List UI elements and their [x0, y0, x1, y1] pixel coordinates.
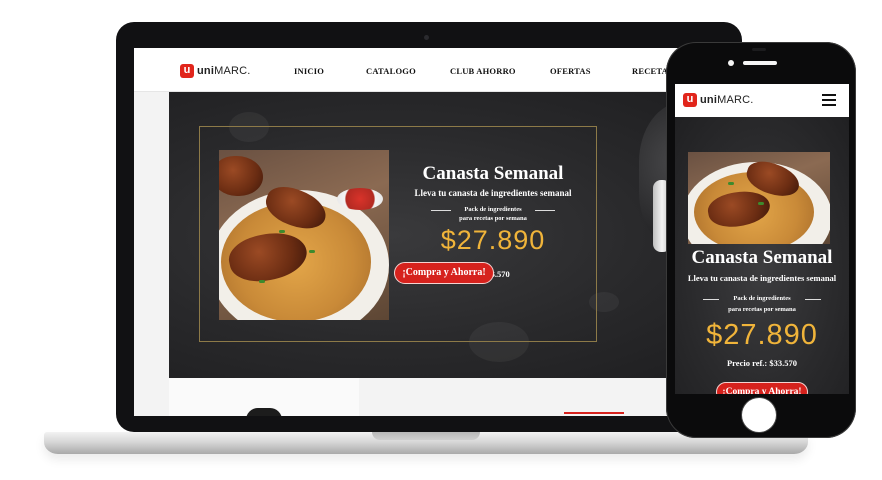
hamburger-menu-icon[interactable] [822, 94, 836, 106]
logo-text: uniMARC. [700, 94, 754, 106]
buy-save-button-mobile[interactable]: ¡Compra y Ahorra! [716, 382, 808, 394]
hero-banner: Canasta Semanal Lleva tu canasta de ingr… [169, 92, 724, 378]
promo-title-mobile: Canasta Semanal [691, 247, 833, 268]
sauce-bowl-shape [337, 188, 383, 210]
promo-price-mobile: $27.890 [706, 319, 818, 351]
nav-item-club-ahorro[interactable]: CLUB AHORRO [450, 66, 516, 76]
phone-camera [728, 60, 734, 66]
laptop-camera [424, 35, 429, 40]
accent-line [564, 412, 624, 414]
mobile-navbar: u uniMARC. [675, 84, 849, 117]
logo-text: uniMARC. [197, 65, 251, 77]
unimarc-logo-mobile[interactable]: u uniMARC. [683, 93, 754, 107]
nav-item-inicio[interactable]: INICIO [294, 66, 324, 76]
content-image-partial [246, 408, 282, 416]
herb-shape [728, 182, 734, 185]
phone-home-button[interactable] [742, 398, 776, 432]
herb-shape [758, 202, 764, 205]
buy-save-button[interactable]: ¡Compra y Ahorra! [394, 262, 494, 284]
promo-title: Canasta Semanal [422, 163, 564, 184]
desktop-navbar: u uniMARC. INICIO CATALOGO CLUB AHORRO O… [134, 48, 724, 92]
pack-description-2: para recetas por semana [459, 215, 527, 222]
nav-item-catalogo[interactable]: CATALOGO [366, 66, 416, 76]
chicken-rice-image [219, 150, 389, 320]
laptop-opening-notch [372, 432, 480, 440]
nav-item-ofertas[interactable]: OFERTAS [550, 66, 591, 76]
reference-price-mobile: Precio ref.: $33.570 [726, 358, 798, 368]
phone-screen: u uniMARC. Canasta Semanal Lleva tu cana… [675, 84, 849, 394]
mobile-hero-banner: Canasta Semanal Lleva tu canasta de ingr… [675, 117, 849, 394]
logo-mark-icon: u [683, 93, 697, 107]
promo-price: $27.890 [440, 225, 546, 255]
pack-description: Pack de ingredientes [464, 206, 522, 213]
chicken-rice-image-mobile [688, 152, 830, 244]
pack-description-mobile: Pack de ingredientes [733, 295, 791, 302]
phone-sensor [752, 48, 766, 51]
herb-shape [309, 250, 315, 253]
laptop-screen: u uniMARC. INICIO CATALOGO CLUB AHORRO O… [134, 48, 724, 416]
promo-subtitle: Lleva tu canasta de ingredientes semanal [414, 188, 572, 198]
herb-shape [279, 230, 285, 233]
pack-description-2-mobile: para recetas por semana [728, 306, 796, 313]
herb-shape [259, 280, 265, 283]
phone-speaker [743, 61, 777, 65]
promo-subtitle-mobile: Lleva tu canasta de ingredientes semanal [687, 273, 837, 283]
unimarc-logo[interactable]: u uniMARC. [180, 64, 251, 78]
chicken-shape [219, 156, 263, 196]
logo-mark-icon: u [180, 64, 194, 78]
